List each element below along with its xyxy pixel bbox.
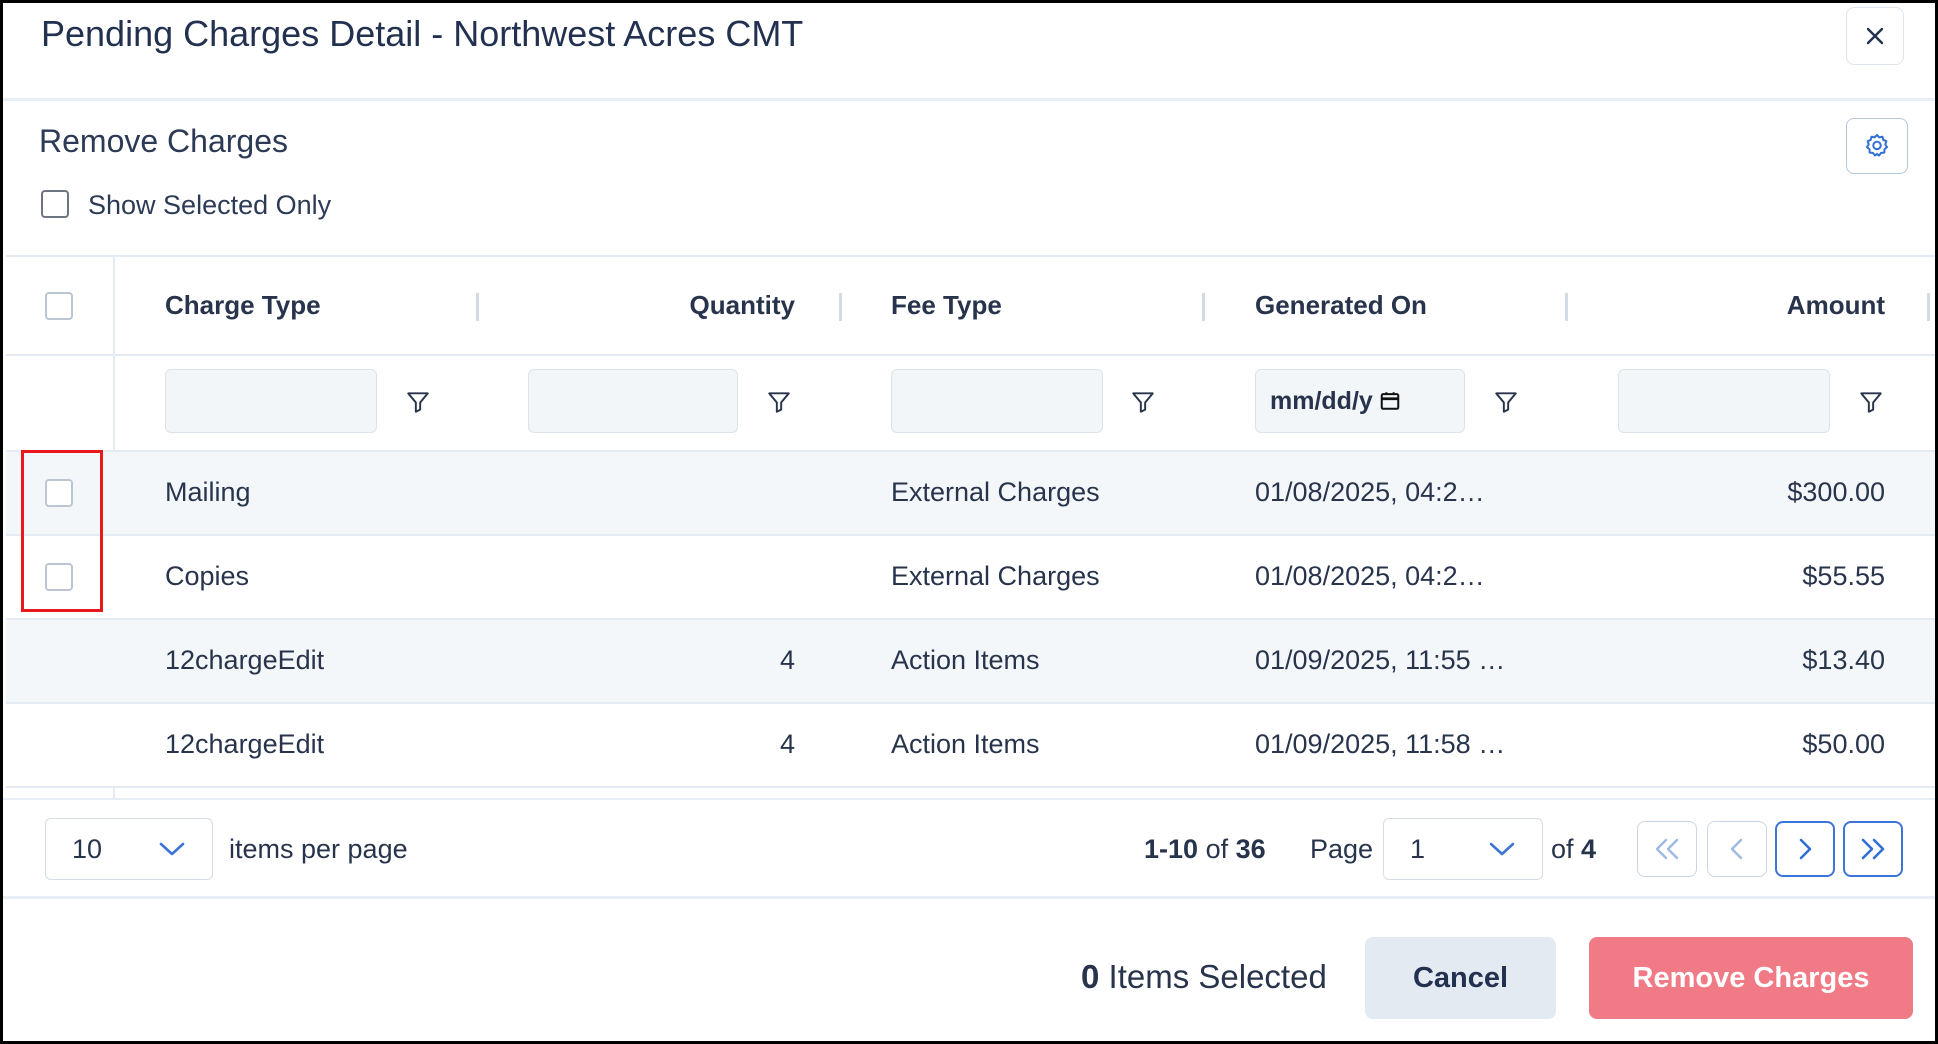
cancel-button[interactable]: Cancel [1365, 937, 1556, 1019]
table-top-border [6, 255, 1935, 257]
chevrons-right-icon [1861, 838, 1885, 860]
items-selected-status: 0 Items Selected [1081, 958, 1327, 996]
page-range-info: 1-10 of 36 [1144, 834, 1266, 865]
cell-charge-type: Copies [165, 561, 250, 591]
show-selected-checkbox[interactable] [41, 190, 69, 218]
chevron-left-icon [1730, 838, 1743, 860]
column-header-fee-type[interactable]: Fee Type [891, 290, 1002, 321]
items-selected-label: Items Selected [1108, 958, 1327, 995]
chevrons-left-icon [1655, 838, 1679, 860]
total-pages-info: of 4 [1551, 834, 1596, 865]
page-range: 1-10 [1144, 834, 1199, 864]
cell-amount: $55.55 [1802, 561, 1885, 591]
settings-button[interactable] [1846, 118, 1908, 174]
header-divider [3, 98, 1935, 101]
close-icon [1866, 27, 1884, 45]
column-resize-handle[interactable] [1565, 293, 1568, 321]
dialog: Pending Charges Detail - Northwest Acres… [0, 0, 1938, 1044]
dialog-title: Pending Charges Detail - Northwest Acres… [41, 13, 804, 54]
cell-generated-on: 01/09/2025, 11:55 … [1255, 645, 1506, 675]
column-resize-handle[interactable] [1202, 293, 1205, 321]
column-resize-handle[interactable] [1927, 293, 1930, 321]
close-button[interactable] [1846, 7, 1904, 65]
total-pages-of: of [1551, 834, 1574, 864]
column-header-charge-type[interactable]: Charge Type [165, 290, 321, 321]
calendar-icon[interactable] [1379, 390, 1401, 412]
gear-icon [1865, 133, 1889, 157]
fee-type-filter-input[interactable] [891, 369, 1103, 433]
items-per-page-value: 10 [72, 833, 103, 864]
amount-filter-input[interactable] [1618, 369, 1830, 433]
column-resize-handle[interactable] [476, 293, 479, 321]
cell-generated-on: 01/09/2025, 11:58 … [1255, 729, 1506, 759]
date-placeholder: mm/dd/y [1270, 386, 1373, 415]
cell-charge-type: 12chargeEdit [165, 729, 325, 759]
column-header-amount[interactable]: Amount [1653, 290, 1885, 321]
cell-amount: $13.40 [1802, 645, 1885, 675]
pager-top-border [3, 798, 1935, 800]
total-pages: 4 [1581, 834, 1597, 864]
column-header-generated-on[interactable]: Generated On [1255, 290, 1427, 321]
annotation-highlight-box [21, 450, 103, 612]
page-select[interactable]: 1 [1383, 818, 1543, 880]
previous-page-button[interactable] [1707, 821, 1767, 877]
section-title: Remove Charges [39, 123, 288, 159]
cell-fee-type: External Charges [891, 477, 1100, 507]
cell-generated-on: 01/08/2025, 04:2… [1255, 561, 1485, 591]
cell-amount: $300.00 [1787, 477, 1885, 507]
filter-icon[interactable] [405, 389, 431, 415]
cell-charge-type: Mailing [165, 477, 251, 507]
next-page-button[interactable] [1775, 821, 1835, 877]
items-per-page-select[interactable]: 10 [45, 818, 213, 880]
cell-generated-on: 01/08/2025, 04:2… [1255, 477, 1485, 507]
page-select-value: 1 [1410, 833, 1426, 864]
row-border [6, 786, 1935, 788]
cell-quantity: 4 [779, 645, 795, 675]
column-header-quantity[interactable]: Quantity [563, 290, 795, 321]
items-per-page-label: items per page [229, 834, 408, 864]
last-page-button[interactable] [1843, 821, 1903, 877]
chevron-right-icon [1799, 838, 1812, 860]
quantity-filter-input[interactable] [528, 369, 738, 433]
charge-type-filter-input[interactable] [165, 369, 377, 433]
show-selected-label: Show Selected Only [88, 190, 332, 220]
cell-fee-type: Action Items [891, 645, 1040, 675]
filter-icon[interactable] [1130, 389, 1156, 415]
page-range-of: of [1205, 834, 1229, 864]
cell-charge-type: 12chargeEdit [165, 645, 325, 675]
select-all-checkbox[interactable] [45, 292, 73, 320]
filter-icon[interactable] [766, 389, 792, 415]
filter-icon[interactable] [1858, 389, 1884, 415]
page-range-total: 36 [1235, 834, 1266, 864]
page-label: Page [1310, 834, 1374, 864]
first-page-button[interactable] [1637, 821, 1697, 877]
remove-charges-button[interactable]: Remove Charges [1589, 937, 1913, 1019]
chevron-down-icon [159, 842, 185, 856]
cell-fee-type: External Charges [891, 561, 1100, 591]
generated-on-date-input[interactable]: mm/dd/y [1255, 369, 1465, 433]
filter-icon[interactable] [1493, 389, 1519, 415]
column-resize-handle[interactable] [839, 293, 842, 321]
cell-amount: $50.00 [1802, 729, 1885, 759]
cell-quantity: 4 [779, 729, 795, 759]
footer-divider [3, 896, 1935, 899]
header-row-border [6, 354, 1935, 356]
chevron-down-icon [1489, 842, 1515, 856]
cell-fee-type: Action Items [891, 729, 1040, 759]
items-selected-count: 0 [1081, 958, 1100, 995]
